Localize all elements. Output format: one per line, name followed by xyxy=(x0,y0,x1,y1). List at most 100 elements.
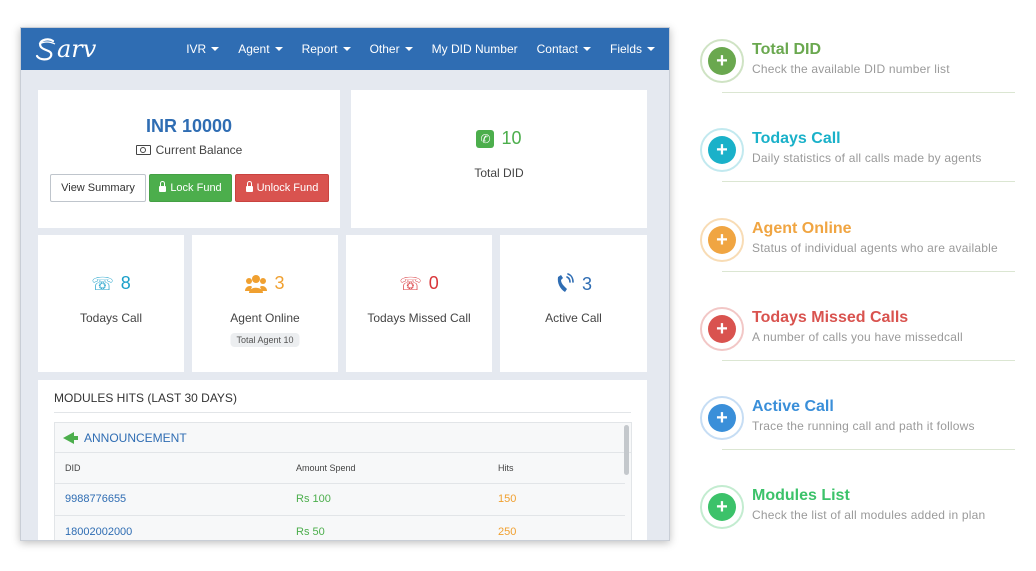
phone-volume-icon xyxy=(557,273,574,292)
feature-active-call: + Active Call Trace the running call and… xyxy=(700,396,1030,456)
divider xyxy=(722,360,1015,361)
feature-title: Active Call xyxy=(752,398,834,415)
feature-total-did: + Total DID Check the available DID numb… xyxy=(700,39,1030,99)
logo-text: arv xyxy=(57,35,97,63)
balance-label: Current Balance xyxy=(155,143,243,157)
nav-contact-label: Contact xyxy=(536,42,578,56)
balance-amount: INR 10000 xyxy=(145,116,233,136)
column-header-amount-spend: Amount Spend xyxy=(296,463,356,473)
total-did-card[interactable]: ✆ 10 Total DID xyxy=(351,90,647,228)
active-call-card[interactable]: 3 Active Call xyxy=(500,235,647,372)
nav-my-did-number-label: My DID Number xyxy=(431,42,518,56)
sarv-logo[interactable]: arv xyxy=(33,34,96,64)
caret-down-icon xyxy=(274,47,283,51)
nav-contact[interactable]: Contact xyxy=(537,42,591,56)
balance-card: INR 10000 Current Balance View Summary L… xyxy=(38,90,340,228)
plus-circle-icon[interactable]: + xyxy=(700,218,744,262)
modules-hits-card: MODULES HITS (LAST 30 DAYS) ANNOUNCEMENT… xyxy=(38,380,647,540)
divider xyxy=(55,483,625,484)
column-header-hits: Hits xyxy=(498,463,514,473)
feature-todays-call: + Todays Call Daily statistics of all ca… xyxy=(700,128,1030,188)
active-call-label: Active Call xyxy=(545,311,602,325)
row-2-did[interactable]: 18002002000 xyxy=(65,526,132,538)
feature-title: Total DID xyxy=(752,41,822,58)
announcement-header[interactable]: ANNOUNCEMENT xyxy=(55,423,631,453)
modules-hits-title: MODULES HITS (LAST 30 DAYS) xyxy=(54,391,237,405)
app-window: arv IVR Agent Report Other My DID Number… xyxy=(20,27,670,541)
telephone-icon: ☏ xyxy=(399,273,422,294)
feature-list: + Total DID Check the available DID numb… xyxy=(700,0,1030,571)
feature-title: Todays Missed Calls xyxy=(752,309,909,326)
plus-icon: + xyxy=(708,47,736,75)
unlock-icon xyxy=(245,181,253,192)
phone-square-icon: ✆ xyxy=(476,129,495,148)
missed-call-label: Todays Missed Call xyxy=(367,311,471,325)
total-did-value-row: ✆ 10 xyxy=(351,128,647,149)
row-1-amount: Rs 100 xyxy=(296,493,331,505)
row-1-hits: 150 xyxy=(498,493,517,505)
feature-todays-missed-calls: + Todays Missed Calls A number of calls … xyxy=(700,307,1030,367)
divider xyxy=(54,412,631,413)
nav-fields[interactable]: Fields xyxy=(610,42,655,56)
plus-circle-icon[interactable]: + xyxy=(700,396,744,440)
divider xyxy=(722,271,1015,272)
row-1-did[interactable]: 9988776655 xyxy=(65,493,126,505)
lock-fund-button[interactable]: Lock Fund xyxy=(149,174,232,202)
nav-agent-label: Agent xyxy=(238,42,270,56)
feature-description: Trace the running call and path it follo… xyxy=(752,419,975,433)
nav-report[interactable]: Report xyxy=(302,42,351,56)
feature-modules-list: + Modules List Check the list of all mod… xyxy=(700,485,1030,545)
announcement-panel: ANNOUNCEMENT DID Amount Spend Hits 99887… xyxy=(54,422,632,540)
plus-icon: + xyxy=(708,493,736,521)
caret-down-icon xyxy=(342,47,351,51)
missed-call-value: 0 xyxy=(428,273,439,293)
divider xyxy=(722,92,1015,93)
view-summary-button[interactable]: View Summary xyxy=(50,174,146,202)
users-icon xyxy=(245,274,268,293)
caret-down-icon xyxy=(647,47,655,51)
plus-icon: + xyxy=(708,404,736,432)
telephone-icon: ☏ xyxy=(91,273,114,294)
plus-circle-icon[interactable]: + xyxy=(700,39,744,83)
unlock-fund-button[interactable]: Unlock Fund xyxy=(235,174,329,202)
feature-title: Todays Call xyxy=(752,130,841,147)
caret-down-icon xyxy=(211,47,220,51)
missed-call-card[interactable]: ☏ 0 Todays Missed Call xyxy=(346,235,492,372)
divider xyxy=(722,449,1015,450)
plus-circle-icon[interactable]: + xyxy=(700,485,744,529)
announcement-title: ANNOUNCEMENT xyxy=(84,430,187,445)
feature-agent-online: + Agent Online Status of individual agen… xyxy=(700,218,1030,278)
nav-other-label: Other xyxy=(369,42,400,56)
nav-other[interactable]: Other xyxy=(370,42,413,56)
agent-online-card[interactable]: 3 Agent Online Total Agent 10 xyxy=(192,235,338,372)
lock-fund-label: Lock Fund xyxy=(170,182,222,194)
feature-description: Status of individual agents who are avai… xyxy=(752,241,998,255)
top-navbar: arv IVR Agent Report Other My DID Number… xyxy=(21,28,669,70)
feature-title: Agent Online xyxy=(752,220,852,237)
plus-circle-icon[interactable]: + xyxy=(700,128,744,172)
nav-agent[interactable]: Agent xyxy=(238,42,283,56)
total-agent-badge: Total Agent 10 xyxy=(230,333,300,347)
plus-icon: + xyxy=(708,315,736,343)
active-call-value: 3 xyxy=(581,273,592,294)
nav-my-did-number[interactable]: My DID Number xyxy=(432,42,518,56)
plus-circle-icon[interactable]: + xyxy=(700,307,744,351)
feature-description: Daily statistics of all calls made by ag… xyxy=(752,151,982,165)
plus-icon: + xyxy=(708,226,736,254)
nav-ivr[interactable]: IVR xyxy=(186,42,220,56)
row-2-hits: 250 xyxy=(498,526,517,538)
total-did-label: Total DID xyxy=(474,166,524,180)
todays-call-card[interactable]: ☏ 8 Todays Call xyxy=(38,235,184,372)
nav-ivr-label: IVR xyxy=(186,42,207,56)
column-header-did: DID xyxy=(65,463,81,473)
plus-icon: + xyxy=(708,136,736,164)
balance-actions: View Summary Lock Fund Unlock Fund xyxy=(50,174,332,202)
agent-online-value: 3 xyxy=(274,273,285,293)
main-nav: IVR Agent Report Other My DID Number Con… xyxy=(167,28,655,70)
caret-down-icon xyxy=(582,47,591,51)
scrollbar-thumb[interactable] xyxy=(624,425,629,475)
balance-label-row: Current Balance xyxy=(38,143,340,157)
money-icon xyxy=(135,145,151,155)
total-did-value: 10 xyxy=(501,128,522,148)
feature-description: Check the list of all modules added in p… xyxy=(752,508,986,522)
